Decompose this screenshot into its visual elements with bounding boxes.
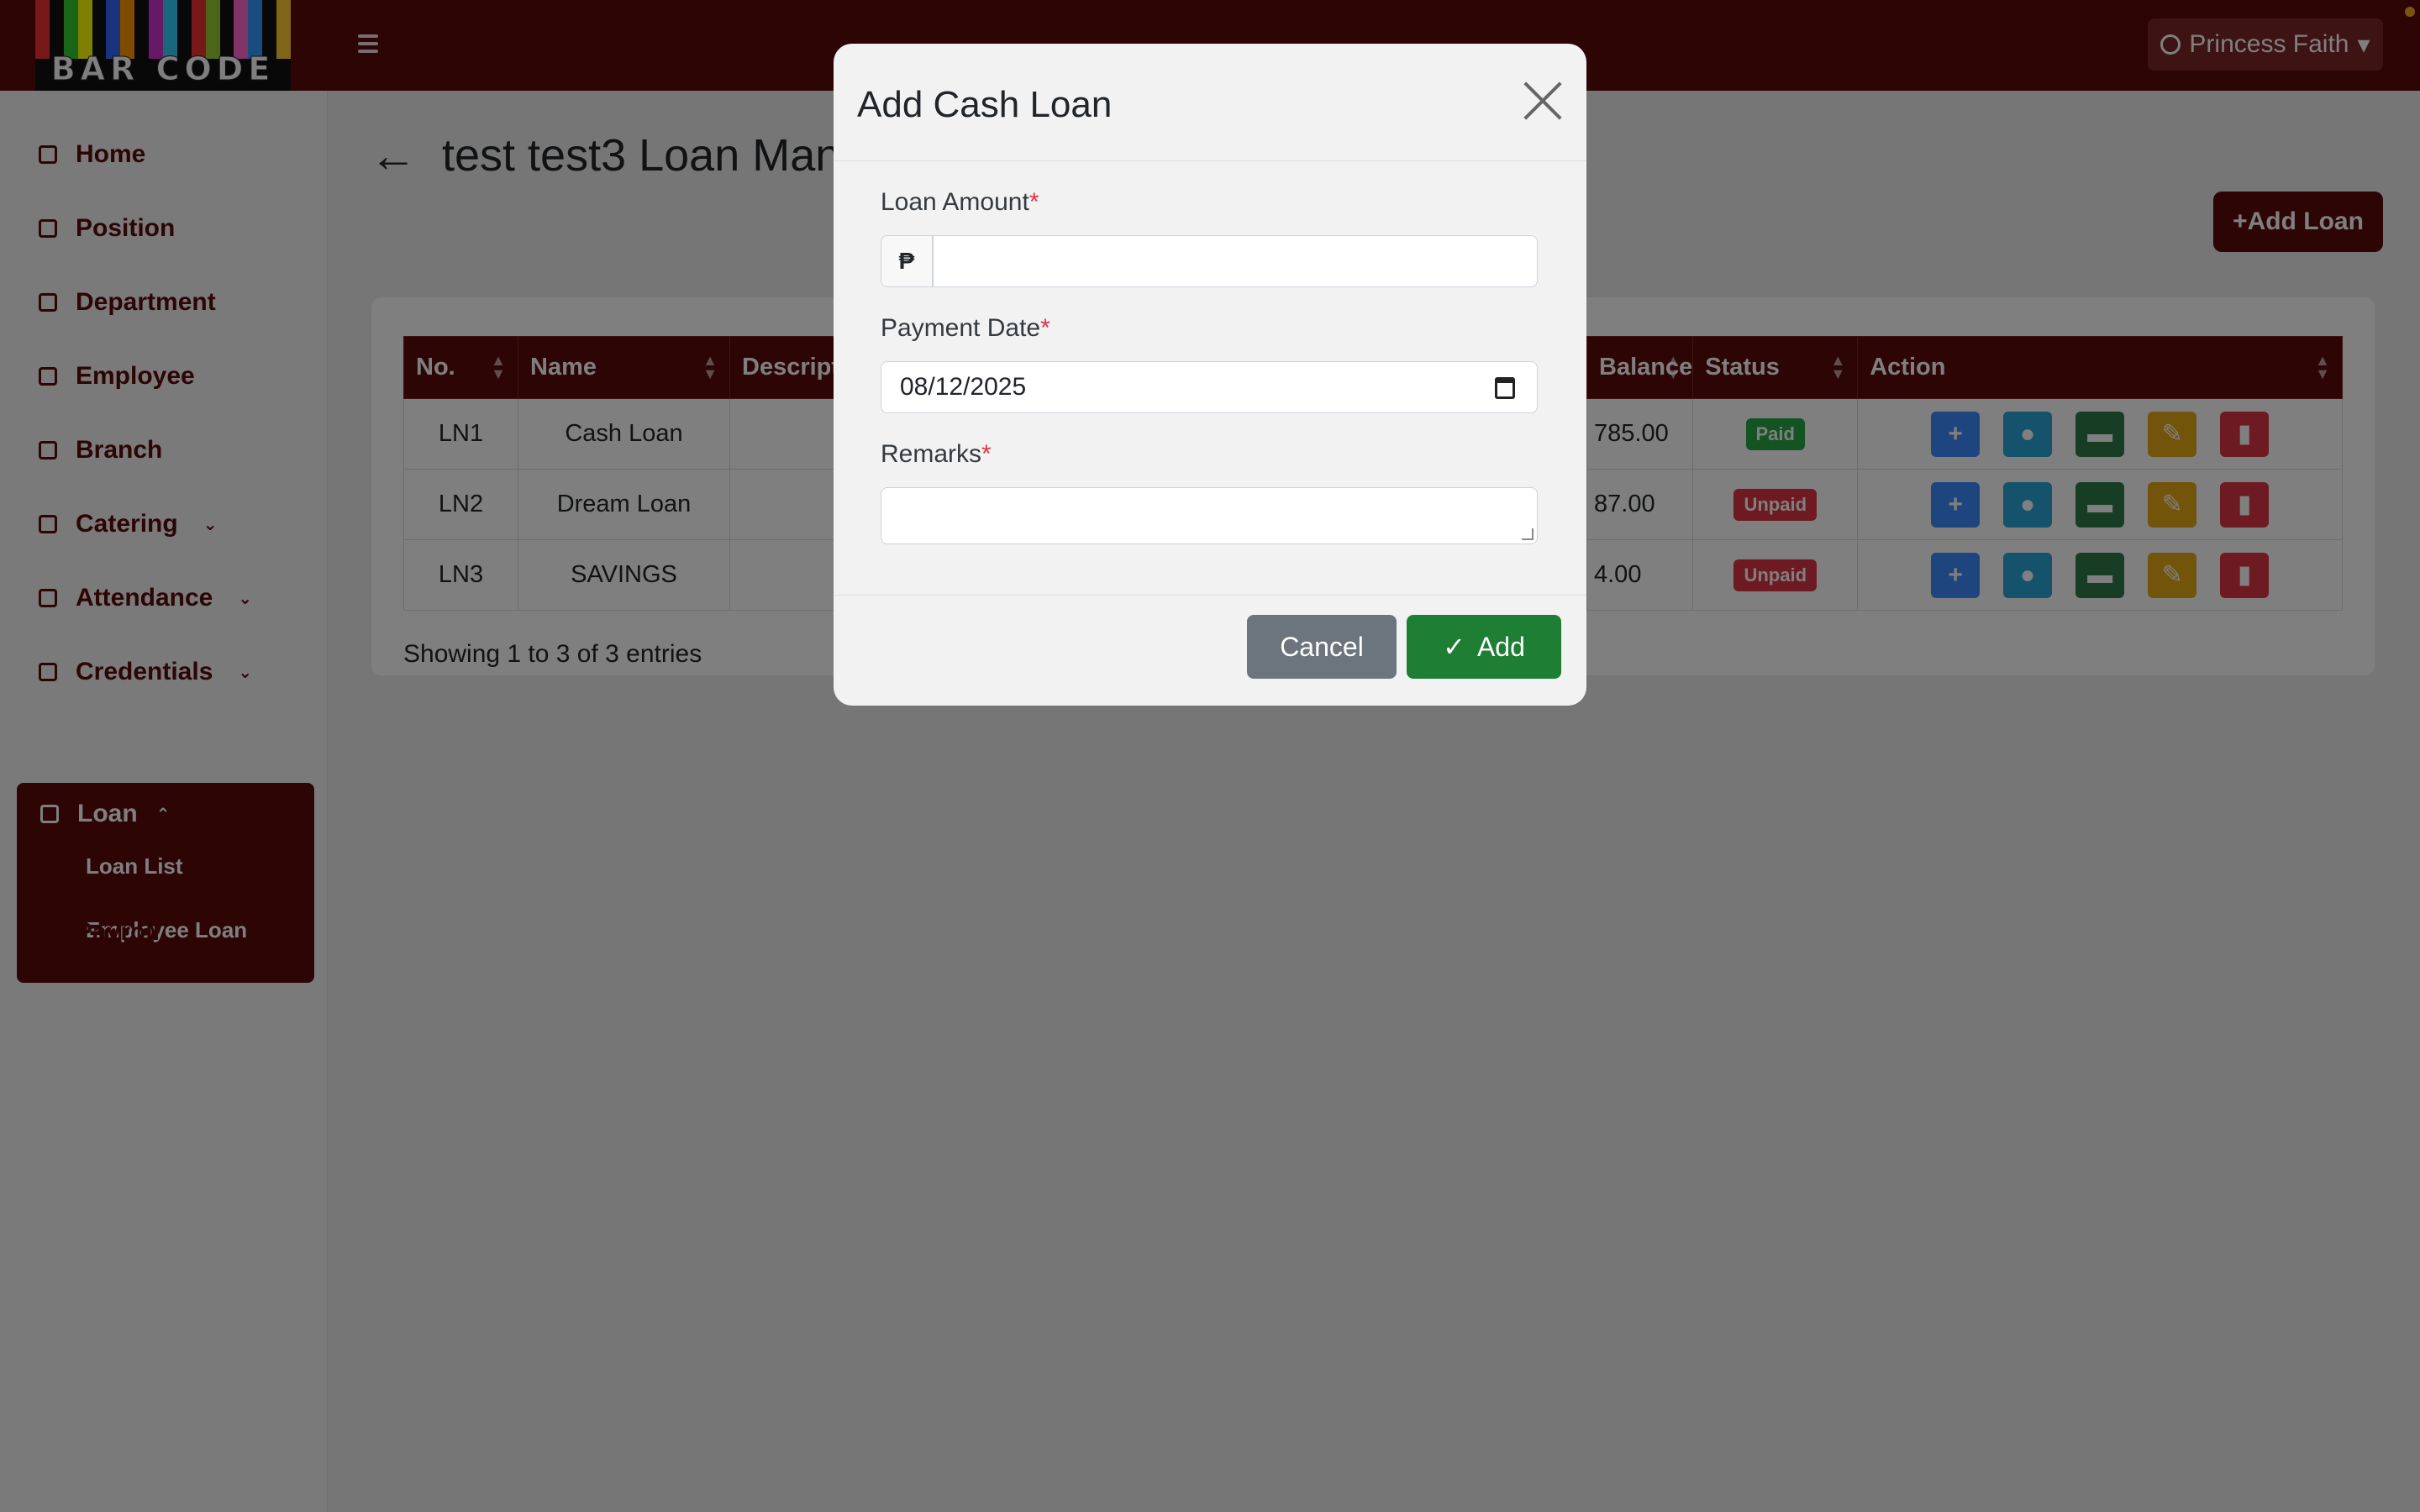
add-cash-loan-modal: Add Cash Loan Loan Amount* ₱ Payment Dat… — [834, 44, 1586, 706]
close-icon[interactable] — [1521, 79, 1565, 123]
remarks-textarea[interactable] — [881, 487, 1538, 544]
resize-handle[interactable] — [1522, 528, 1534, 540]
modal-title: Add Cash Loan — [857, 84, 1113, 125]
payment-date-input[interactable]: 08/12/2025 — [881, 361, 1538, 413]
check-icon: ✓ — [1443, 632, 1465, 662]
cancel-button[interactable]: Cancel — [1247, 615, 1397, 679]
calendar-icon[interactable] — [1495, 377, 1515, 399]
loan-amount-label: Loan Amount* — [881, 188, 1039, 216]
peso-icon: ₱ — [881, 235, 933, 287]
payment-date-label: Payment Date* — [881, 314, 1050, 342]
add-button[interactable]: ✓ Add — [1407, 615, 1561, 679]
loan-amount-input[interactable] — [933, 235, 1538, 287]
remarks-label: Remarks* — [881, 440, 992, 468]
modal-header: Add Cash Loan — [834, 44, 1586, 161]
payment-date-value: 08/12/2025 — [900, 373, 1027, 401]
